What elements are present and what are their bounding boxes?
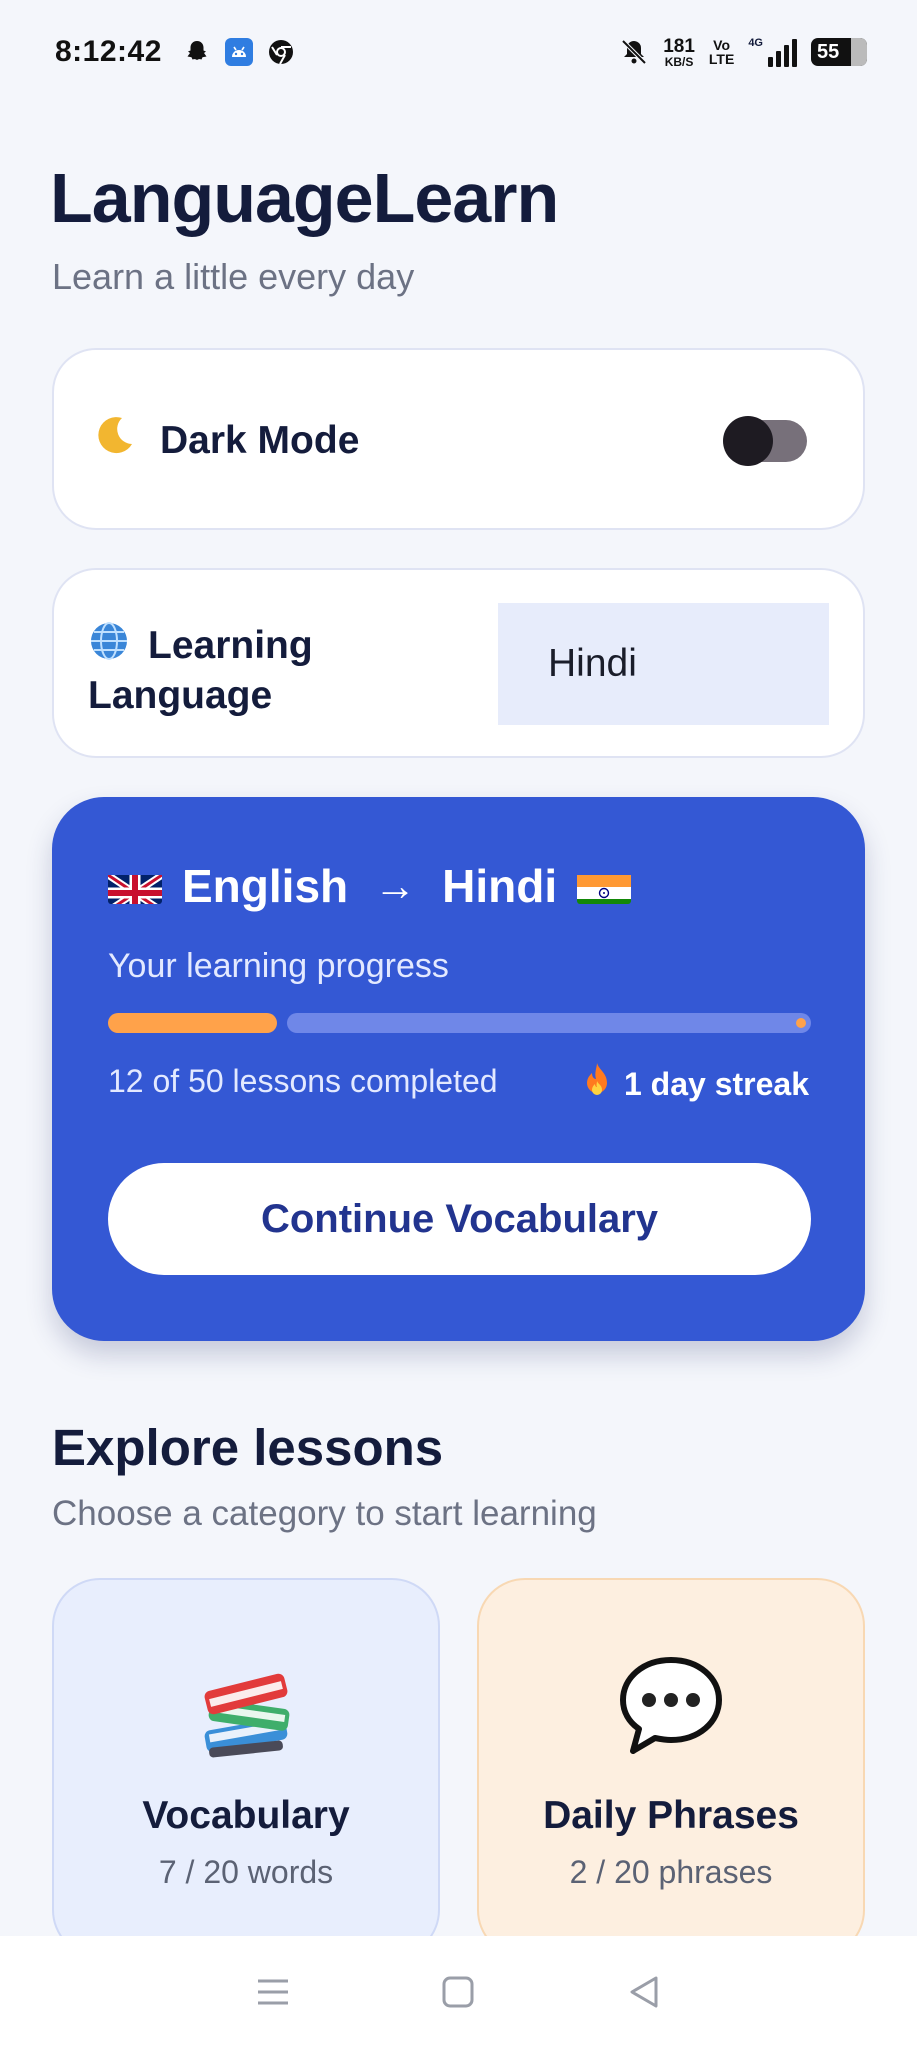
app-subtitle: Learn a little every day xyxy=(52,256,415,297)
battery-empty-portion xyxy=(851,38,867,66)
back-triangle-icon[interactable] xyxy=(614,1962,674,2022)
progress-bar xyxy=(108,1013,811,1033)
bell-muted-icon xyxy=(619,37,649,67)
snapchat-icon xyxy=(182,37,212,67)
category-card-vocabulary[interactable]: Vocabulary 7 / 20 words xyxy=(52,1578,440,1958)
system-nav-bar xyxy=(0,1936,917,2048)
signal-bar xyxy=(792,39,797,67)
android-icon xyxy=(224,37,254,67)
status-left: 8:12:42 xyxy=(55,35,296,69)
continue-vocabulary-button[interactable]: Continue Vocabulary xyxy=(108,1163,811,1275)
arrow-icon: → xyxy=(374,862,417,909)
to-language: Hindi xyxy=(442,860,558,912)
progress-card: English → Hindi Your learning progress 1… xyxy=(52,797,865,1341)
streak-text: 1 day streak xyxy=(623,1066,809,1102)
dark-mode-toggle[interactable] xyxy=(723,416,807,466)
signal-bar xyxy=(776,51,781,67)
speech-bubble-icon xyxy=(479,1654,863,1764)
streak-badge: 1 day streak xyxy=(580,1061,809,1108)
from-language: English xyxy=(182,860,349,912)
chrome-icon xyxy=(266,37,296,67)
learning-language-line1: Learning xyxy=(88,620,408,672)
signal-icon: 4G xyxy=(748,37,797,67)
network-speed-unit: KB/S xyxy=(664,54,694,69)
network-speed-value: 181 xyxy=(663,35,695,57)
learning-language-label-line2: Language xyxy=(88,674,273,717)
dark-mode-label: Dark Mode xyxy=(160,418,360,462)
category-count: 7 / 20 words xyxy=(158,1854,334,1890)
battery-icon: 55 xyxy=(811,38,867,66)
progress-end-dot xyxy=(796,1018,806,1028)
progress-fill xyxy=(108,1013,277,1033)
toggle-knob xyxy=(723,416,773,466)
volte-indicator: Vo LTE xyxy=(709,38,734,66)
signal-bar xyxy=(768,57,773,67)
globe-icon xyxy=(88,620,130,672)
status-bar: 8:12:42 181 KB/S Vo LTE 4G 55 xyxy=(0,0,917,104)
home-square-icon[interactable] xyxy=(428,1962,488,2022)
category-title: Daily Phrases xyxy=(543,1794,799,1837)
uk-flag-icon xyxy=(108,868,162,904)
category-title: Vocabulary xyxy=(142,1794,350,1837)
category-count: 2 / 20 phrases xyxy=(569,1854,773,1890)
learning-language-label-line1: Learning xyxy=(148,624,313,667)
moon-icon xyxy=(92,412,138,469)
learning-language-label-group: Learning Language xyxy=(88,620,408,720)
network-type: 4G xyxy=(748,37,763,49)
notification-icons xyxy=(182,37,296,67)
language-pair: English → Hindi xyxy=(108,859,632,913)
dark-mode-card: Dark Mode xyxy=(52,348,865,530)
signal-bar xyxy=(784,45,789,67)
status-right: 181 KB/S Vo LTE 4G 55 xyxy=(619,37,867,68)
category-card-daily-phrases[interactable]: Daily Phrases 2 / 20 phrases xyxy=(477,1578,865,1958)
app-title: LanguageLearn xyxy=(50,159,559,237)
learning-language-select[interactable]: Hindi xyxy=(498,603,829,725)
explore-title: Explore lessons xyxy=(52,1419,444,1476)
volte-bottom: LTE xyxy=(708,51,735,67)
clock: 8:12:42 xyxy=(55,35,162,68)
books-icon xyxy=(54,1654,438,1764)
menu-icon[interactable] xyxy=(243,1962,303,2022)
progress-caption: Your learning progress xyxy=(108,947,449,985)
volte-top: Vo xyxy=(713,37,731,53)
india-flag-icon xyxy=(577,868,632,904)
network-speed: 181 KB/S xyxy=(663,37,695,68)
fire-icon xyxy=(580,1061,614,1108)
dark-mode-label-group: Dark Mode xyxy=(92,412,359,469)
explore-subtitle: Choose a category to start learning xyxy=(52,1494,597,1533)
lessons-completed: 12 of 50 lessons completed xyxy=(108,1063,498,1099)
battery-level: 55 xyxy=(817,40,840,63)
progress-remaining xyxy=(287,1013,811,1033)
learning-language-card: Learning Language Hindi xyxy=(52,568,865,758)
